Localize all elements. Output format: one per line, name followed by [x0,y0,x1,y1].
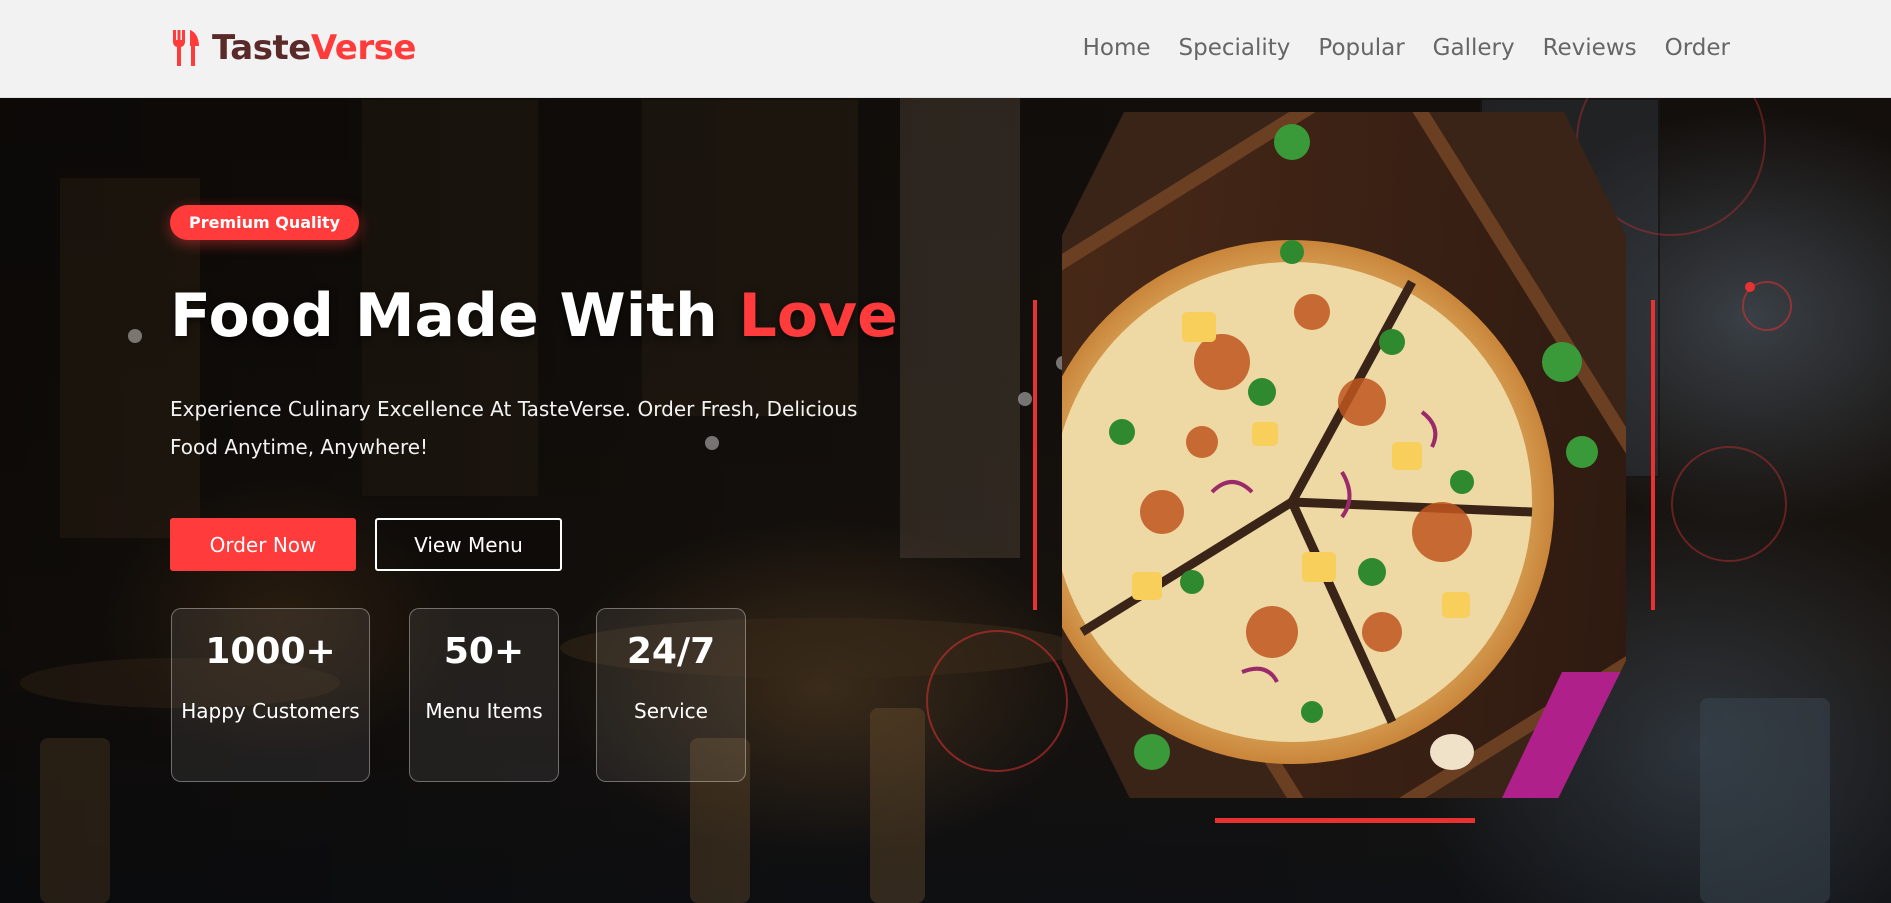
accent-bar-right [1651,300,1655,610]
decorative-dot [128,329,142,343]
stat-label: Service [634,699,708,723]
stat-card-service: 24/7 Service [596,608,746,782]
hero-title: Food Made With Love [170,281,898,351]
premium-badge: Premium Quality [170,205,360,240]
decorative-dot [1018,392,1032,406]
brand-name: TasteVerse [212,28,416,68]
site-header: TasteVerse Home Speciality Popular Galle… [0,0,1891,98]
nav-link-home[interactable]: Home [1083,29,1151,67]
main-nav: Home Speciality Popular Gallery Reviews … [1083,29,1730,67]
nav-link-reviews[interactable]: Reviews [1543,29,1637,67]
nav-link-order[interactable]: Order [1665,29,1730,67]
stat-card-menu-items: 50+ Menu Items [409,608,559,782]
brand-logo[interactable]: TasteVerse [170,26,416,70]
stat-value: 24/7 [626,631,716,672]
order-now-button[interactable]: Order Now [170,518,356,571]
stat-label: Happy Customers [181,699,360,723]
accent-bar-bottom [1215,818,1475,823]
pizza-illustration [1062,112,1626,798]
view-menu-button[interactable]: View Menu [375,518,562,571]
page: TasteVerse Home Speciality Popular Galle… [0,0,1891,903]
stat-label: Menu Items [425,699,543,723]
hero-description: Experience Culinary Excellence At TasteV… [170,397,858,459]
nav-link-speciality[interactable]: Speciality [1179,29,1291,67]
stat-value: 1000+ [205,631,336,672]
decorative-ring [1671,446,1787,562]
accent-bar-left [1033,300,1037,610]
nav-link-popular[interactable]: Popular [1318,29,1404,67]
utensils-icon [172,30,199,66]
stat-card-customers: 1000+ Happy Customers [171,608,370,782]
decorative-dot [1745,282,1755,292]
decorative-ring [926,630,1068,772]
stat-value: 50+ [443,631,525,672]
hero-food-image [1062,112,1626,798]
nav-link-gallery[interactable]: Gallery [1433,29,1515,67]
